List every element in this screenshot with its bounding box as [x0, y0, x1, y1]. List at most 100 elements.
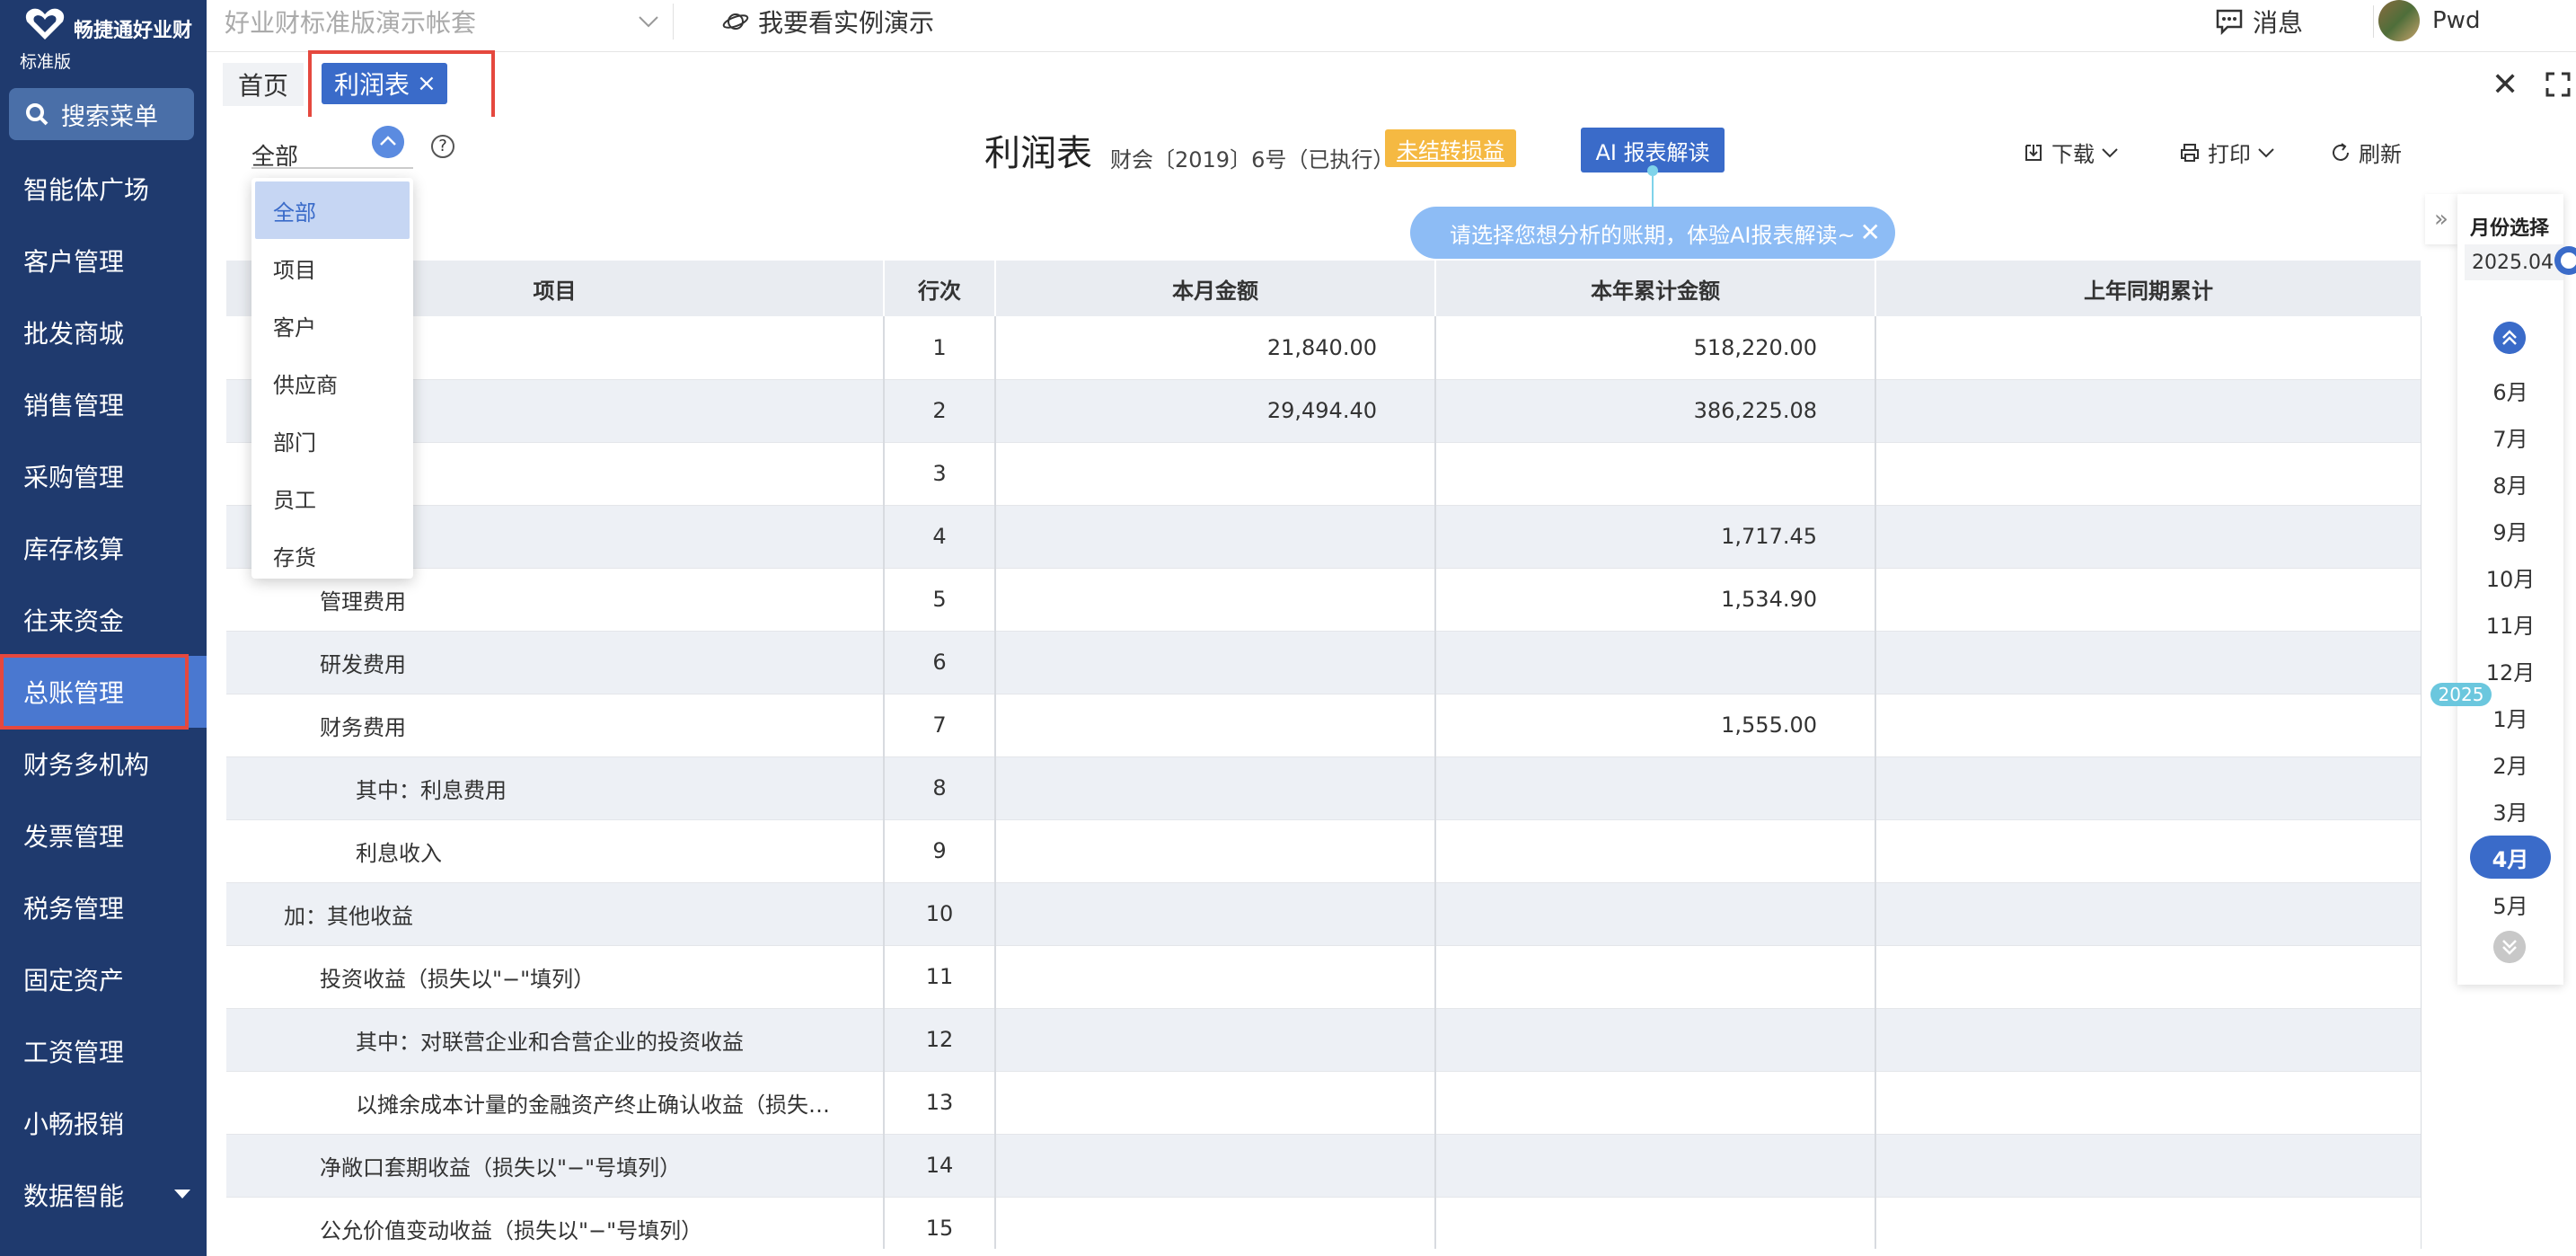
- refresh-icon: [2333, 142, 2349, 161]
- sidebar-item-general-ledger[interactable]: 总账管理: [0, 656, 207, 728]
- table-row: 财务费用 7 1,555.00: [226, 694, 2422, 757]
- month-option[interactable]: 8月: [2457, 462, 2563, 505]
- table-row: 其中：利息费用 8: [226, 756, 2422, 820]
- month-option[interactable]: 7月: [2457, 415, 2563, 458]
- logo-icon: [25, 8, 65, 40]
- month-option[interactable]: 11月: [2457, 602, 2563, 645]
- sidebar-item-label: 智能体广场: [23, 175, 150, 205]
- row-month-amount: [995, 1197, 1436, 1249]
- tab-label: 利润表: [334, 70, 410, 100]
- sidebar-item-expenses[interactable]: 小畅报销: [0, 1087, 207, 1159]
- demo-link[interactable]: 我要看实例演示: [722, 4, 934, 40]
- planet-icon: [722, 13, 749, 30]
- sidebar-item-label: 库存核算: [23, 535, 125, 564]
- scroll-down-icon[interactable]: [2493, 931, 2526, 963]
- sidebar-item-data-intelligence[interactable]: 数据智能: [0, 1159, 207, 1231]
- sidebar-item-fixed-assets[interactable]: 固定资产: [0, 943, 207, 1015]
- row-prev-year-amount: [1875, 1008, 2422, 1072]
- row-line-number: 15: [884, 1197, 996, 1249]
- month-option[interactable]: 3月: [2457, 789, 2563, 832]
- dropdown-option-employee[interactable]: 员工: [251, 469, 413, 526]
- row-prev-year-amount: [1875, 568, 2422, 632]
- month-option[interactable]: 10月: [2457, 555, 2563, 598]
- tab-home[interactable]: 首页: [223, 63, 304, 106]
- sidebar-item-customers[interactable]: 客户管理: [0, 225, 207, 296]
- dropdown-option-supplier[interactable]: 供应商: [251, 354, 413, 411]
- month-option[interactable]: 4月: [2470, 836, 2551, 879]
- search-menu-label: 搜索菜单: [61, 102, 158, 131]
- table-row: 2 29,494.40 386,225.08: [226, 379, 2422, 443]
- scroll-up-icon[interactable]: [2493, 322, 2526, 354]
- sidebar-item-label: 销售管理: [23, 391, 125, 420]
- row-month-amount: [995, 819, 1436, 883]
- row-month-amount: [995, 442, 1436, 506]
- dropdown-option-department[interactable]: 部门: [251, 411, 413, 469]
- help-icon[interactable]: ?: [431, 135, 454, 158]
- row-ytd-amount: [1435, 631, 1876, 694]
- table-row: 其中：对联营企业和合营企业的投资收益 12: [226, 1008, 2422, 1072]
- tabs-bar: 首页 利润表 × ✕: [207, 52, 2576, 117]
- sidebar-item-inventory[interactable]: 库存核算: [0, 512, 207, 584]
- tab-income-statement[interactable]: 利润表 ×: [322, 63, 447, 104]
- print-button[interactable]: 打印: [2179, 137, 2283, 168]
- row-ytd-amount: [1435, 442, 1876, 506]
- chevron-down-icon: [2102, 147, 2118, 157]
- month-option[interactable]: 6月: [2457, 368, 2563, 411]
- month-option[interactable]: 9月: [2457, 509, 2563, 552]
- sidebar-item-agent-square[interactable]: 智能体广场: [0, 153, 207, 225]
- table-row: 以摊余成本计量的金融资产终止确认收益（损失… 13: [226, 1071, 2422, 1135]
- sidebar-item-multi-org[interactable]: 财务多机构: [0, 728, 207, 800]
- row-ytd-amount: [1435, 756, 1876, 820]
- row-month-amount: [995, 1071, 1436, 1135]
- sidebar-item-label: 发票管理: [23, 822, 125, 852]
- table-row: 投资收益（损失以"−"填列） 11: [226, 945, 2422, 1009]
- table-row: 净敞口套期收益（损失以"−"号填列） 14: [226, 1134, 2422, 1198]
- sidebar-item-label: 客户管理: [23, 247, 125, 277]
- sidebar-item-sales[interactable]: 销售管理: [0, 368, 207, 440]
- dropdown-option-customer[interactable]: 客户: [251, 296, 413, 354]
- user-menu[interactable]: Pwd: [2378, 0, 2480, 41]
- refresh-button[interactable]: 刷新: [2330, 137, 2402, 168]
- dropdown-option-all[interactable]: 全部: [255, 181, 410, 239]
- collapse-panel-icon[interactable]: »: [2425, 194, 2457, 244]
- chevron-up-icon[interactable]: [372, 126, 404, 158]
- report-content: 全部 ? 全部 项目 客户 供应商 部门 员工 存货 利润表 财会〔2019〕6…: [207, 117, 2576, 1256]
- demo-link-label: 我要看实例演示: [758, 8, 935, 38]
- sidebar-item-label: 小畅报销: [23, 1110, 125, 1139]
- row-ytd-amount: [1435, 882, 1876, 946]
- user-name: Pwd: [2432, 7, 2481, 34]
- close-tab-icon[interactable]: ×: [417, 70, 437, 97]
- assistant-icon[interactable]: [2545, 243, 2576, 314]
- messages-button[interactable]: 消息: [2215, 4, 2303, 40]
- close-all-tabs-icon[interactable]: ✕: [2492, 66, 2519, 103]
- close-tip-icon[interactable]: ✕: [1860, 217, 1881, 247]
- table-row: 4 1,717.45: [226, 505, 2422, 569]
- account-selector[interactable]: 好业财标准版演示帐套: [225, 4, 674, 40]
- row-prev-year-amount: [1875, 945, 2422, 1009]
- unclosed-profit-loss-link[interactable]: 未结转损益: [1385, 129, 1516, 167]
- filter-value: 全部: [251, 144, 299, 171]
- row-prev-year-amount: [1875, 1071, 2422, 1135]
- sidebar-item-tax[interactable]: 税务管理: [0, 871, 207, 943]
- sidebar-item-wholesale[interactable]: 批发商城: [0, 296, 207, 368]
- sidebar-item-purchasing[interactable]: 采购管理: [0, 440, 207, 512]
- row-line-number: 4: [884, 505, 996, 569]
- brand-name: 畅捷通好业财: [74, 20, 193, 42]
- sidebar-item-funds[interactable]: 往来资金: [0, 584, 207, 656]
- month-option[interactable]: 5月: [2457, 882, 2563, 925]
- month-option[interactable]: 2月: [2457, 742, 2563, 785]
- avatar: [2378, 0, 2420, 41]
- month-panel-title: 月份选择: [2470, 217, 2550, 240]
- row-ytd-amount: [1435, 945, 1876, 1009]
- dropdown-option-stock[interactable]: 存货: [251, 526, 413, 584]
- fullscreen-icon[interactable]: [2545, 72, 2571, 97]
- download-button[interactable]: 下载: [2023, 137, 2127, 168]
- sidebar-item-label: 数据智能: [23, 1181, 125, 1211]
- row-ytd-amount: [1435, 1071, 1876, 1135]
- sidebar-item-payroll[interactable]: 工资管理: [0, 1015, 207, 1087]
- sidebar-item-invoices[interactable]: 发票管理: [0, 800, 207, 871]
- dropdown-option-project[interactable]: 项目: [251, 239, 413, 296]
- row-line-number: 12: [884, 1008, 996, 1072]
- search-menu-button[interactable]: 搜索菜单: [9, 88, 194, 140]
- row-prev-year-amount: [1875, 819, 2422, 883]
